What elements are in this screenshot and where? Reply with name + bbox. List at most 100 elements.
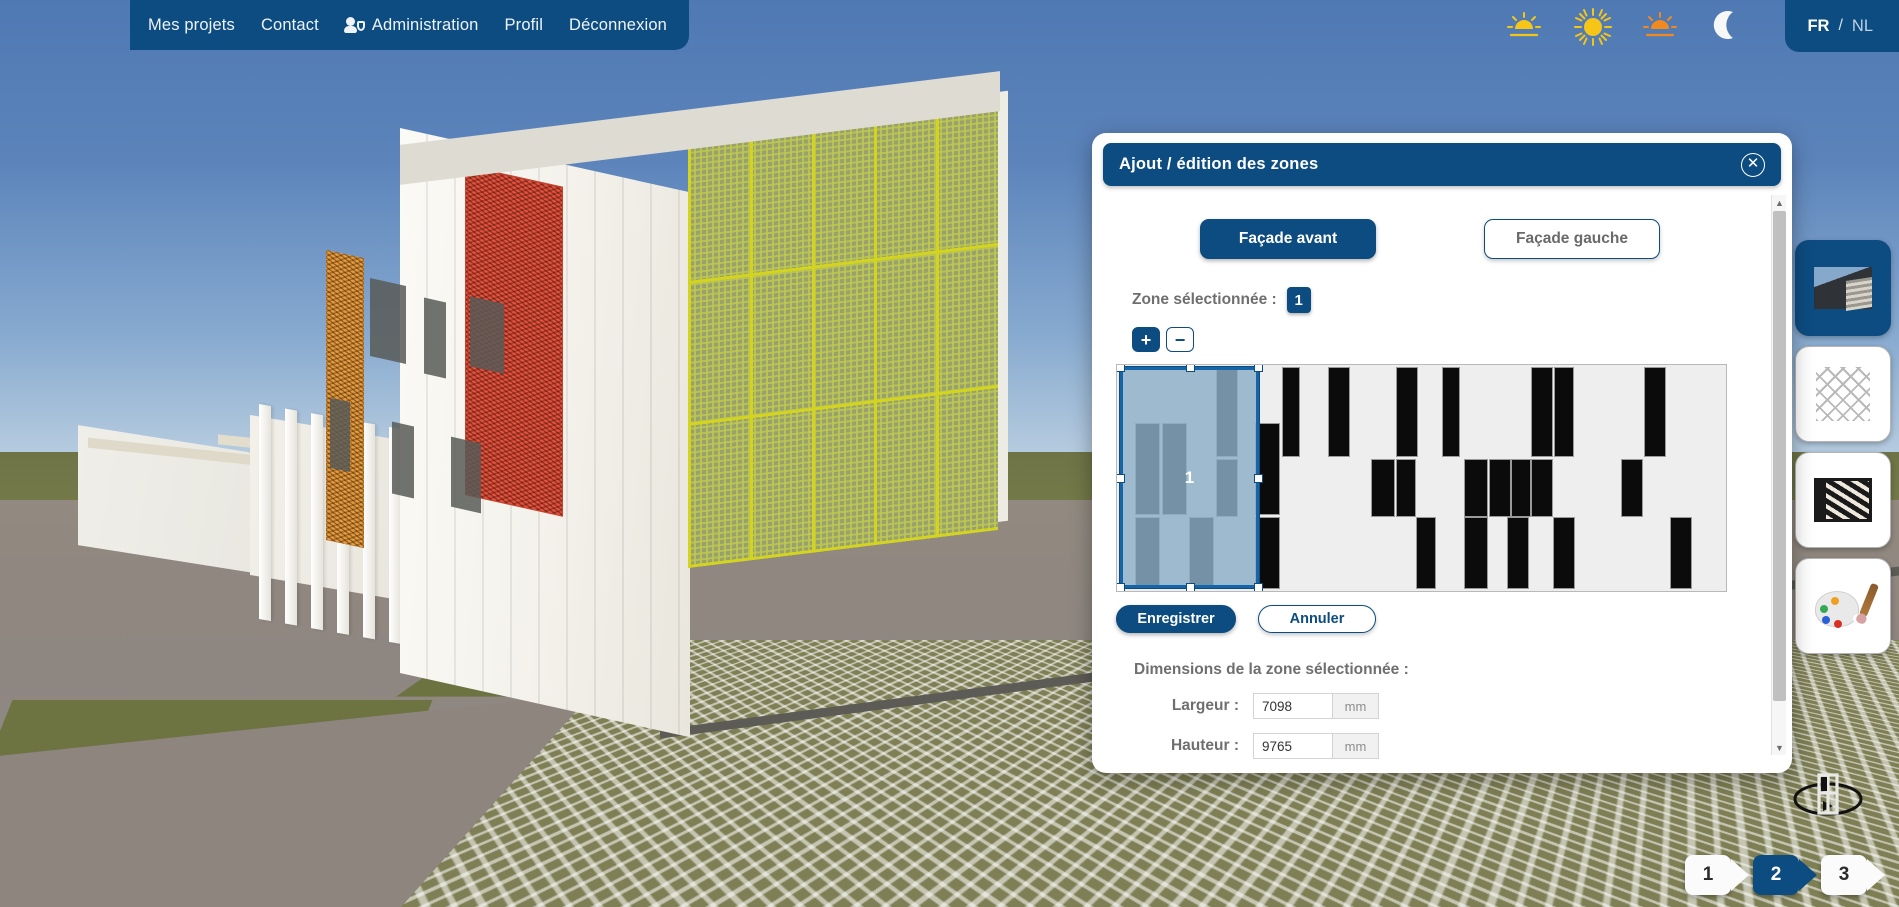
- dialog-title: Ajout / édition des zones: [1119, 155, 1319, 173]
- selected-zone-number: 1: [1184, 467, 1195, 487]
- step-1[interactable]: 1: [1685, 855, 1749, 895]
- facade-panel[interactable]: [1442, 367, 1460, 457]
- scrollbar-thumb[interactable]: [1773, 211, 1786, 701]
- step-2[interactable]: 2: [1753, 855, 1817, 895]
- height-row: Hauteur : mm: [1134, 733, 1768, 759]
- tool-profile-mesh[interactable]: [1795, 452, 1891, 548]
- facade-panel[interactable]: [1464, 517, 1488, 589]
- dimensions-title: Dimensions de la zone sélectionnée :: [1134, 661, 1409, 678]
- sunset-icon[interactable]: [1639, 5, 1681, 47]
- facade-panel[interactable]: [1464, 459, 1488, 517]
- facade-panel[interactable]: [1396, 367, 1418, 457]
- resize-handle-e[interactable]: [1254, 473, 1263, 483]
- resize-handle-n[interactable]: [1185, 365, 1195, 372]
- facade-panel[interactable]: [1531, 367, 1553, 457]
- window: [330, 397, 350, 473]
- moon-icon[interactable]: [1707, 5, 1749, 47]
- tool-color-palette[interactable]: [1795, 558, 1891, 654]
- lang-fr[interactable]: FR: [1807, 17, 1829, 36]
- sun-icon[interactable]: [1571, 5, 1613, 47]
- width-label: Largeur :: [1171, 697, 1239, 714]
- nav-label: Administration: [371, 15, 479, 34]
- facade-panel[interactable]: [1507, 517, 1529, 589]
- height-input[interactable]: [1253, 733, 1333, 759]
- admin-user-shield-icon: [343, 17, 365, 33]
- resize-handle-ne[interactable]: [1254, 365, 1263, 372]
- facade-tab-group: Façade avant Façade gauche: [1092, 219, 1768, 259]
- window: [451, 436, 481, 514]
- facade-panel[interactable]: [1644, 367, 1666, 457]
- scroll-down-arrow[interactable]: ▼: [1772, 740, 1787, 755]
- tab-facade-avant[interactable]: Façade avant: [1200, 219, 1376, 259]
- window: [370, 278, 406, 364]
- nav-item-administration[interactable]: Administration: [343, 15, 479, 35]
- main-navbar: Mes projets Contact Administration Profi…: [130, 0, 689, 50]
- resize-handle-s[interactable]: [1185, 583, 1195, 591]
- window: [392, 421, 414, 499]
- dialog-scrollbar[interactable]: ▲ ▼: [1771, 195, 1786, 755]
- sunrise-icon[interactable]: [1503, 5, 1545, 47]
- remove-zone-button[interactable]: −: [1166, 327, 1194, 352]
- mesh-panel-yellow-grid: [688, 104, 998, 569]
- color-palette-icon: [1815, 582, 1880, 629]
- building-view-icon: [1814, 267, 1872, 309]
- nav-item-contact[interactable]: Contact: [261, 16, 319, 35]
- topbar-right-controls: FR / NL: [1503, 0, 1899, 52]
- height-label: Hauteur :: [1170, 737, 1239, 754]
- language-switcher: FR / NL: [1785, 0, 1899, 52]
- step-3[interactable]: 3: [1821, 855, 1885, 895]
- facade-panel[interactable]: [1621, 459, 1643, 517]
- tab-facade-gauche[interactable]: Façade gauche: [1484, 219, 1660, 259]
- cancel-button[interactable]: Annuler: [1258, 605, 1376, 633]
- nav-label: Contact: [260, 15, 319, 34]
- facade-panel[interactable]: [1416, 517, 1436, 589]
- facade-panel[interactable]: [1328, 367, 1350, 457]
- mesh-pattern-icon: [1816, 367, 1870, 421]
- facade-panel[interactable]: [1371, 459, 1395, 517]
- facade-panel[interactable]: [1489, 459, 1511, 517]
- save-button[interactable]: Enregistrer: [1116, 605, 1236, 633]
- selected-zone-rect[interactable]: 1: [1119, 366, 1260, 589]
- facade-panel[interactable]: [1511, 459, 1531, 517]
- tool-mesh-pattern[interactable]: [1795, 346, 1891, 442]
- profile-mesh-icon: [1814, 478, 1872, 522]
- facade-panel[interactable]: [1531, 459, 1553, 517]
- resize-handle-nw[interactable]: [1117, 365, 1125, 372]
- scroll-up-arrow[interactable]: ▲: [1772, 195, 1787, 210]
- nav-label: Déconnexion: [569, 15, 667, 34]
- dialog-action-row: Enregistrer Annuler: [1116, 605, 1768, 633]
- close-icon[interactable]: ✕: [1741, 152, 1765, 177]
- add-zone-button[interactable]: +: [1132, 327, 1160, 352]
- selected-zone-label: Zone sélectionnée :: [1132, 291, 1277, 308]
- zone-add-remove-group: + −: [1132, 327, 1768, 352]
- height-unit: mm: [1333, 733, 1379, 759]
- nav-item-deconnexion[interactable]: Déconnexion: [569, 16, 667, 35]
- facade-panel[interactable]: [1553, 517, 1575, 589]
- selected-zone-row: Zone sélectionnée : 1: [1132, 287, 1768, 313]
- tool-building-view[interactable]: [1795, 240, 1891, 336]
- facade-zone-canvas[interactable]: 1: [1116, 364, 1727, 592]
- orbit-rotate-icon[interactable]: [1785, 763, 1871, 835]
- facade-panel[interactable]: [1282, 367, 1300, 457]
- facade-panel[interactable]: [1396, 459, 1416, 517]
- width-unit: mm: [1333, 693, 1379, 719]
- step-indicator: 1 2 3: [1685, 855, 1889, 895]
- facade-panel[interactable]: [1554, 367, 1574, 457]
- width-input[interactable]: [1253, 693, 1333, 719]
- facade-panel[interactable]: [1670, 517, 1692, 589]
- lang-separator: /: [1838, 17, 1843, 34]
- window: [424, 297, 446, 379]
- dialog-body: Façade avant Façade gauche Zone sélectio…: [1092, 193, 1768, 773]
- selected-zone-badge: 1: [1286, 287, 1311, 313]
- lang-nl[interactable]: NL: [1852, 17, 1873, 36]
- window: [470, 296, 504, 374]
- dialog-header: Ajout / édition des zones ✕: [1103, 143, 1781, 186]
- nav-label: Mes projets: [148, 15, 235, 34]
- resize-handle-w[interactable]: [1117, 473, 1125, 483]
- resize-handle-se[interactable]: [1254, 583, 1263, 591]
- tool-rail: [1795, 240, 1891, 654]
- nav-item-profil[interactable]: Profil: [505, 16, 544, 35]
- nav-item-mes-projets[interactable]: Mes projets: [148, 16, 235, 35]
- resize-handle-sw[interactable]: [1117, 583, 1125, 591]
- width-row: Largeur : mm: [1134, 693, 1768, 719]
